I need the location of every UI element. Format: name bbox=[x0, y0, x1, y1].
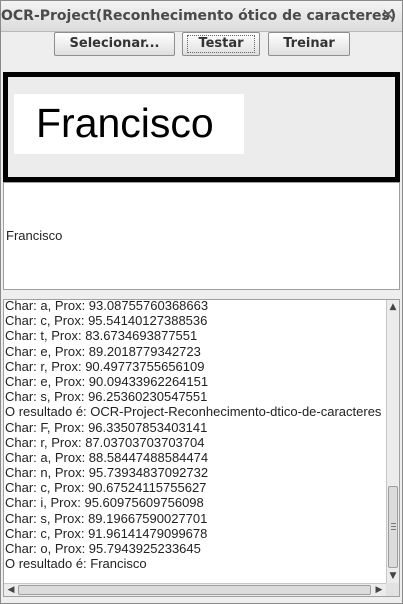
log-line: Char: e, Prox: 90.09433962264151 bbox=[5, 373, 209, 389]
scroll-down-icon[interactable]: ▼ bbox=[387, 570, 399, 582]
log-line: Char: n, Prox: 95.73934837092732 bbox=[5, 465, 209, 481]
loaded-image: Francisco bbox=[14, 94, 244, 154]
log-scroll-pane[interactable]: Char: a, Prox: 93.08755760368663 Char: c,… bbox=[3, 299, 400, 597]
image-word-text: Francisco bbox=[36, 100, 214, 146]
recognized-text-area[interactable]: Francisco bbox=[3, 182, 400, 290]
recognized-text: Francisco bbox=[6, 228, 63, 243]
train-button[interactable]: Treinar bbox=[268, 32, 350, 56]
log-line: Char: c, Prox: 95.54140127388536 bbox=[5, 313, 208, 329]
image-preview-panel: Francisco bbox=[3, 72, 400, 182]
scroll-right-icon[interactable]: ▶ bbox=[373, 584, 385, 596]
log-line: Char: F, Prox: 96.33507853403141 bbox=[5, 419, 208, 435]
log-line: Char: a, Prox: 93.08755760368663 bbox=[5, 299, 209, 313]
toolbar: Selecionar... Testar Treinar bbox=[1, 32, 402, 68]
title-bar[interactable]: OCR-Project(Reconhecimento ótico de cara… bbox=[1, 1, 402, 32]
vertical-scrollbar[interactable]: ▲ ▼ bbox=[386, 300, 399, 583]
scrollbar-corner bbox=[386, 583, 399, 596]
log-line: Char: c, Prox: 91.96141479099678 bbox=[5, 525, 208, 541]
grip-line bbox=[391, 523, 396, 524]
log-line: Char: r, Prox: 90.49773755656109 bbox=[5, 358, 205, 374]
select-button[interactable]: Selecionar... bbox=[54, 32, 175, 56]
log-line: O resultado é: Francisco bbox=[5, 556, 147, 572]
log-line: Char: i, Prox: 95.60975609756098 bbox=[5, 495, 204, 511]
horizontal-scroll-thumb[interactable] bbox=[18, 585, 371, 595]
horizontal-scrollbar[interactable]: ◀ ▶ bbox=[4, 583, 386, 596]
log-line: Char: s, Prox: 96.25360230547551 bbox=[5, 389, 208, 405]
log-line: O resultado é: OCR-Project-Reconheciment… bbox=[5, 404, 382, 420]
log-line: Char: a, Prox: 88.58447488584474 bbox=[5, 449, 209, 465]
ocr-window: OCR-Project(Reconhecimento ótico de cara… bbox=[0, 0, 403, 604]
scroll-left-icon[interactable]: ◀ bbox=[5, 584, 17, 596]
test-button-label: Testar bbox=[187, 35, 255, 53]
test-button[interactable]: Testar bbox=[182, 32, 260, 56]
vertical-scroll-thumb[interactable] bbox=[388, 486, 398, 568]
log-line: Char: o, Prox: 95.7943925233645 bbox=[5, 541, 201, 556]
log-line: Char: e, Prox: 89.2018779342723 bbox=[5, 343, 201, 359]
grip-line bbox=[391, 526, 396, 527]
log-text[interactable]: Char: a, Prox: 93.08755760368663 Char: c,… bbox=[5, 299, 385, 572]
close-icon[interactable]: ✕ bbox=[379, 6, 397, 24]
scroll-up-icon[interactable]: ▲ bbox=[387, 301, 399, 313]
log-line: Char: t, Prox: 83.6734693877551 bbox=[5, 328, 198, 344]
log-line: Char: s, Prox: 89.19667590027701 bbox=[5, 510, 208, 526]
log-line: Char: r, Prox: 87.03703703703704 bbox=[5, 434, 205, 450]
grip-line bbox=[391, 529, 396, 530]
log-line: Char: c, Prox: 90.67524115755627 bbox=[5, 480, 207, 496]
window-title: OCR-Project(Reconhecimento ótico de cara… bbox=[1, 8, 397, 24]
